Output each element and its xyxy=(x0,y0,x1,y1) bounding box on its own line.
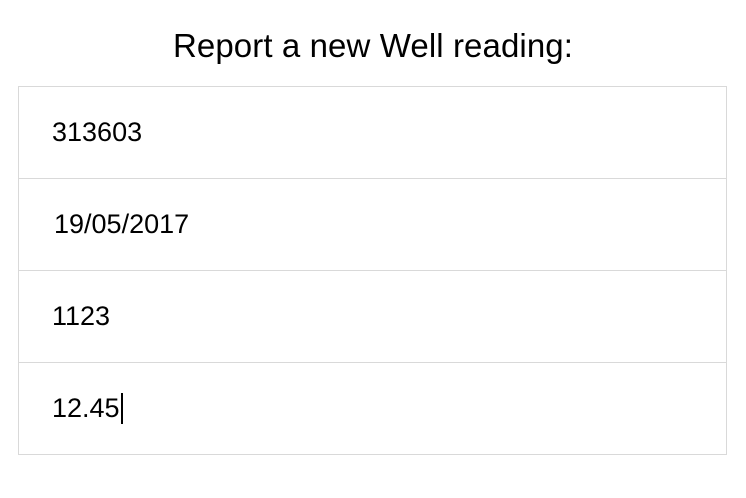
well-id-value: 313603 xyxy=(52,117,143,147)
reading-value-value: 1123 xyxy=(52,301,111,331)
field-row-1: 313603 xyxy=(19,87,726,179)
reading-date-field[interactable]: 19/05/2017 xyxy=(54,179,189,270)
text-caret xyxy=(120,393,123,424)
page: Report a new Well reading: 313603 19/05/… xyxy=(0,0,746,498)
depth-value: 12.45 xyxy=(52,393,120,423)
well-reading-form: 313603 19/05/2017 1123 12.45 xyxy=(18,86,727,455)
depth-field[interactable]: 12.45 xyxy=(52,363,123,454)
well-id-field[interactable]: 313603 xyxy=(52,87,142,178)
form-title: Report a new Well reading: xyxy=(172,27,574,64)
field-row-4: 12.45 xyxy=(19,363,726,454)
field-row-2: 19/05/2017 xyxy=(19,179,726,271)
reading-date-value: 19/05/2017 xyxy=(54,209,190,239)
field-row-3: 1123 xyxy=(19,271,726,363)
reading-value-field[interactable]: 1123 xyxy=(52,271,110,362)
